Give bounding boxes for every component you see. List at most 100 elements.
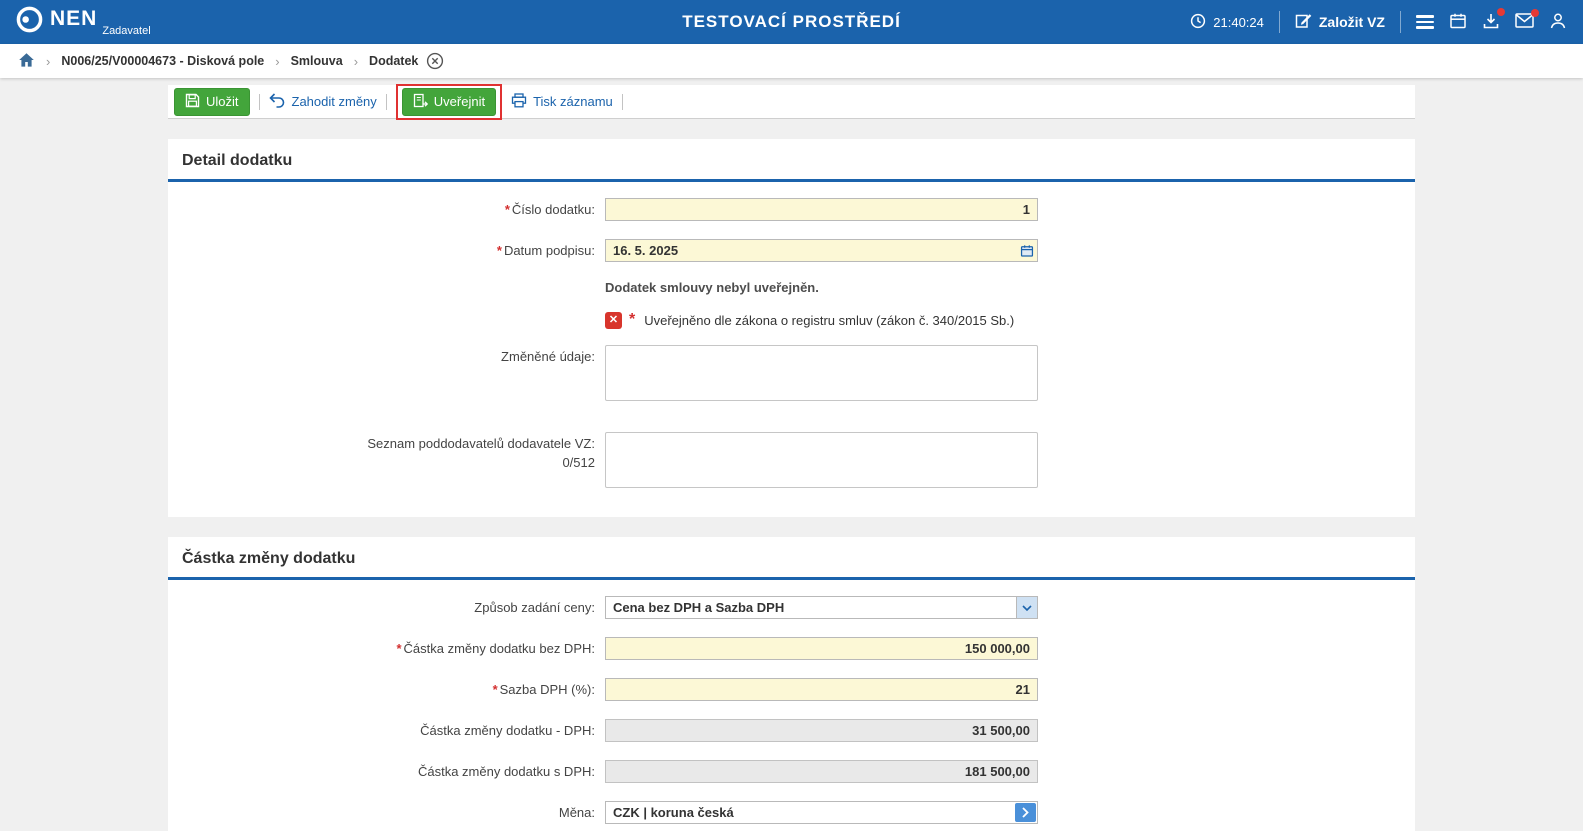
field-row-mena: Měna: CZK | koruna česká [168,801,1415,824]
discard-changes-button[interactable]: Zahodit změny [269,93,377,111]
field-row-cislo-dodatku: *Číslo dodatku: [168,198,1415,221]
user-profile-button[interactable] [1549,12,1567,33]
record-toolbar: Uložit Zahodit změny Uveřejnit Tisk zázn… [168,85,1415,119]
required-marker: * [505,202,510,217]
field-row-castka-dph: Částka změny dodatku - DPH: [168,719,1415,742]
highlight-annotation: Uveřejnit [396,84,502,120]
pencil-square-icon [1295,12,1312,32]
breadcrumb-item-contract[interactable]: N006/25/V00004673 - Disková pole [61,54,264,68]
clock-time: 21:40:24 [1213,15,1264,30]
toolbar-divider [386,94,387,110]
downloads-notification-badge [1497,8,1505,16]
messages-button[interactable] [1515,13,1534,31]
publish-icon [413,93,428,111]
undo-icon [269,93,286,111]
sazba-dph-input[interactable] [606,679,1037,700]
clock-icon [1190,13,1206,32]
brand-role: Zadavatel [102,25,150,38]
datepicker-calendar-icon[interactable] [1016,240,1037,261]
breadcrumb-item-dodatek[interactable]: Dodatek [369,54,418,68]
publish-button-label: Uveřejnit [434,94,485,109]
chevron-right-icon: › [354,54,358,69]
field-label: Způsob zadání ceny: [168,596,605,616]
zpusob-zadani-value: Cena bez DPH a Sazba DPH [606,597,1016,618]
checkbox-false-icon[interactable]: ✕ [605,312,622,329]
hamburger-icon [1416,15,1434,29]
nen-logo-icon [16,6,43,38]
publish-status-text: Dodatek smlouvy nebyl uveřejněn. [605,280,819,295]
menu-button[interactable] [1416,15,1434,29]
calendar-button[interactable] [1449,12,1467,33]
publish-button[interactable]: Uveřejnit [402,88,496,116]
field-row-zpusob-zadani: Způsob zadání ceny: Cena bez DPH a Sazba… [168,596,1415,619]
breadcrumb: › N006/25/V00004673 - Disková pole › Sml… [0,44,1583,78]
person-icon [1549,12,1567,33]
breadcrumb-item-smlouva[interactable]: Smlouva [291,54,343,68]
field-row-datum-podpisu: *Datum podpisu: [168,239,1415,262]
toolbar-divider [622,94,623,110]
nen-logo[interactable]: NEN Zadavatel [16,6,151,38]
chevron-right-picker-icon[interactable] [1015,803,1036,822]
calendar-icon [1449,12,1467,33]
registr-smluv-label: Uveřejněno dle zákona o registru smluv (… [644,313,1014,328]
section-detail-dodatku: Detail dodatku *Číslo dodatku: *Datum po… [168,139,1415,517]
close-tab-icon[interactable] [426,52,444,70]
castka-dph-readonly [606,720,1037,741]
section-title: Detail dodatku [168,139,1415,179]
brand-name: NEN [50,6,97,32]
field-label: Seznam poddodavatelů dodavatele VZ: 0/51… [168,432,605,471]
printer-icon [511,93,527,111]
required-marker: * [497,243,502,258]
print-record-button[interactable]: Tisk záznamu [511,93,613,111]
field-label: *Datum podpisu: [168,239,605,259]
mena-value: CZK | koruna česká [606,802,1014,823]
section-title: Částka změny dodatku [168,537,1415,577]
environment-title: TESTOVACÍ PROSTŘEDÍ [682,12,901,32]
field-label: *Číslo dodatku: [168,198,605,218]
chevron-right-icon: › [275,54,279,69]
field-row-sazba-dph: *Sazba DPH (%): [168,678,1415,701]
field-label: *Sazba DPH (%): [168,678,605,698]
messages-notification-badge [1531,9,1539,17]
chevron-down-icon[interactable] [1016,597,1037,618]
chevron-right-icon: › [46,54,50,69]
field-label: Částka změny dodatku s DPH: [168,760,605,780]
required-marker: * [396,641,401,656]
castka-bez-dph-input[interactable] [606,638,1037,659]
create-vz-button[interactable]: Založit VZ [1295,12,1385,32]
top-header: NEN Zadavatel TESTOVACÍ PROSTŘEDÍ 21:40:… [0,0,1583,44]
clock-display: 21:40:24 [1190,13,1264,32]
toolbar-divider [259,94,260,110]
header-actions: 21:40:24 Založit VZ [1190,11,1567,33]
field-label: *Částka změny dodatku bez DPH: [168,637,605,657]
field-row-castka-s-dph: Částka změny dodatku s DPH: [168,760,1415,783]
castka-s-dph-readonly [606,761,1037,782]
required-marker: * [493,682,498,697]
zmenene-udaje-textarea[interactable] [605,345,1038,401]
print-record-label: Tisk záznamu [533,94,613,109]
save-button[interactable]: Uložit [174,88,250,116]
create-vz-label: Založit VZ [1319,14,1385,30]
discard-changes-label: Zahodit změny [292,94,377,109]
header-divider [1279,11,1280,33]
cislo-dodatku-input[interactable] [606,199,1037,220]
zpusob-zadani-select[interactable]: Cena bez DPH a Sazba DPH [605,596,1038,619]
save-disk-icon [185,93,200,111]
field-label: Částka změny dodatku - DPH: [168,719,605,739]
field-row-zmenene-udaje: Změněné údaje: [168,345,1415,406]
datum-podpisu-input[interactable] [606,240,1016,261]
downloads-button[interactable] [1482,12,1500,33]
page-content: Uložit Zahodit změny Uveřejnit Tisk zázn… [168,85,1415,831]
field-row-seznam-poddodavatelu: Seznam poddodavatelů dodavatele VZ: 0/51… [168,432,1415,493]
home-icon[interactable] [18,52,35,71]
field-row-castka-bez-dph: *Částka změny dodatku bez DPH: [168,637,1415,660]
publish-status-row: Dodatek smlouvy nebyl uveřejněn. [605,280,1415,295]
section-castka-zmeny: Částka změny dodatku Způsob zadání ceny:… [168,537,1415,831]
save-button-label: Uložit [206,94,239,109]
required-marker: * [629,311,635,329]
mena-picker[interactable]: CZK | koruna česká [605,801,1038,824]
header-divider [1400,11,1401,33]
field-label: Změněné údaje: [168,345,605,365]
field-label: Měna: [168,801,605,821]
seznam-poddodavatelu-textarea[interactable] [605,432,1038,488]
